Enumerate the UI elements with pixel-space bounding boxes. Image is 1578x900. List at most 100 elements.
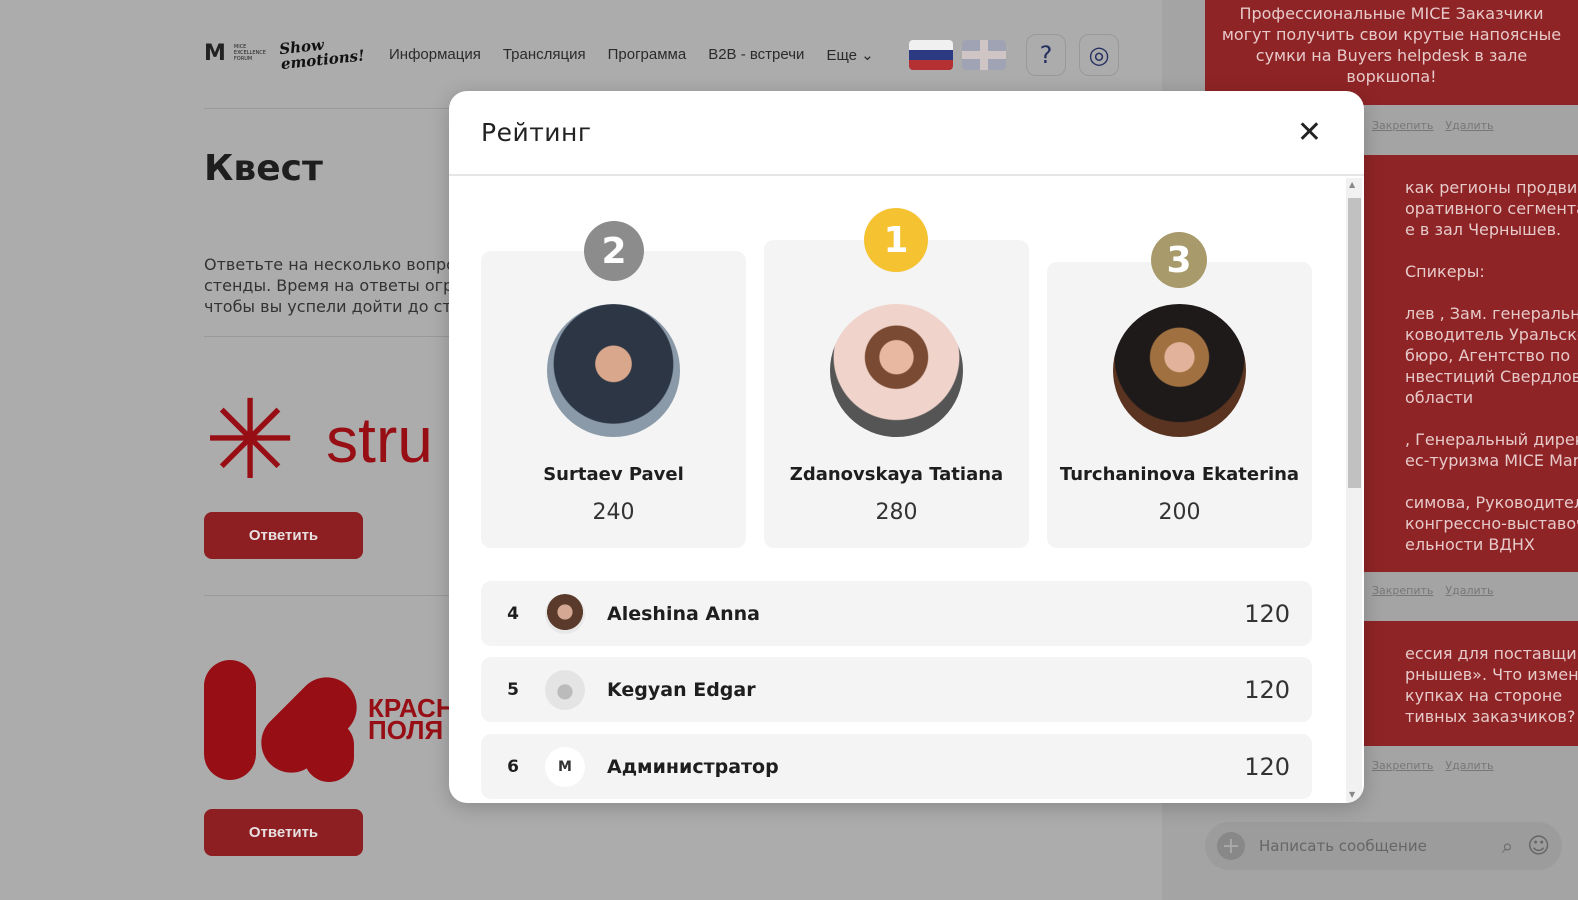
message-line: как регионы продвигают [1405,178,1578,197]
delete-link[interactable]: Удалить [1445,759,1493,772]
message-line: Профессиональные MICE Заказчики [1239,4,1544,23]
message-line [1405,282,1578,303]
message-line: области [1405,388,1474,407]
row-rank: 6 [507,756,519,777]
message-actions: Закрепить Удалить [1372,119,1494,132]
message-line: е в зал Чернышев. [1405,220,1562,239]
message-line: оративного сегмента? [1405,199,1578,218]
scroll-up-icon[interactable]: ▲ [1349,180,1355,189]
chat-message: Профессиональные MICE Заказчики могут пол… [1205,0,1578,105]
message-line: ководитель Уральского [1405,325,1578,344]
default-user-icon: ● [545,669,585,710]
message-line [1405,240,1578,261]
logo-shape [204,660,256,780]
podium-card-1: 1 Zdanovskaya Tatiana 280 [764,208,1029,548]
message-line: лев , Зам. генерального [1405,304,1578,323]
nav-info[interactable]: Информация [389,46,481,64]
row-rank: 4 [507,603,519,624]
message-line: сумки на Buyers helpdesk в зале [1255,46,1528,65]
message-placeholder: Написать сообщение [1259,837,1427,855]
nav-program[interactable]: Программа [608,46,687,64]
scroll-down-icon[interactable]: ▼ [1349,790,1355,799]
message-line: конгрессно-выставочной [1405,514,1578,533]
row-name: Aleshina Anna [607,602,760,625]
message-line: рнышев». Что изменилось [1405,665,1578,684]
logo-text: MICE EXCELLENCE FORUM [233,44,266,62]
emoji-icon[interactable]: ☺ [1527,834,1550,859]
row-score: 120 [1244,599,1290,628]
modal-header: Рейтинг ✕ [449,91,1364,176]
rank-badge: 1 [864,208,928,272]
search-icon[interactable]: ⌕ [1502,834,1513,858]
player-name: Turchaninova Ekaterina [1059,464,1300,485]
modal-scrollbar[interactable]: ▲ ▼ [1346,178,1362,803]
message-line: ес-туризма MICE Market [1405,451,1578,470]
nav-more[interactable]: Еще ⌄ [826,46,873,64]
close-icon[interactable]: ✕ [1297,115,1322,150]
sponsor-name: КРАСН ПОЛЯ [368,695,455,745]
user-icon: ◎ [1088,41,1110,69]
mice-logo-icon: M [204,40,226,66]
page-title: Квест [204,148,323,189]
podium-card-2: 2 Surtaev Pavel 240 [481,221,746,548]
rank-badge: 2 [584,221,644,281]
avatar [830,304,963,437]
scrollbar-thumb[interactable] [1348,198,1361,488]
player-score: 240 [592,500,635,525]
pin-link[interactable]: Закрепить [1372,119,1433,132]
message-actions: Закрепить Удалить [1372,759,1494,772]
rank-badge: 3 [1151,232,1207,288]
message-line: ессия для поставщиков [1405,644,1578,663]
avatar [545,593,585,634]
sponsor-name: stru [326,404,433,476]
sponsor-logo-stru: ✳ stru [204,385,433,495]
flag-ru-button[interactable] [909,40,953,70]
avatar [547,304,680,437]
message-input[interactable]: + Написать сообщение ⌕ ☺ [1205,822,1562,870]
sponsor-name-line: ПОЛЯ [368,715,444,745]
message-line: нвестиций Свердловской [1405,367,1578,386]
player-score: 200 [1158,500,1201,525]
message-actions: Закрепить Удалить [1372,584,1494,597]
player-name: Surtaev Pavel [543,464,684,485]
message-line [1405,471,1578,492]
message-line: симова, Руководитель [1405,493,1578,512]
player-score: 280 [875,500,918,525]
answer-button[interactable]: Ответить [204,512,363,559]
delete-link[interactable]: Удалить [1445,119,1493,132]
help-button[interactable]: ? [1026,34,1066,76]
player-name: Zdanovskaya Tatiana [789,464,1004,485]
mice-logo-icon: M [545,746,585,787]
modal-title: Рейтинг [481,118,592,147]
rating-row: 6 M Администратор 120 [481,734,1312,799]
row-name: Kegyan Edgar [607,678,756,701]
message-line: Спикеры: [1405,262,1485,281]
podium-card-3: 3 Turchaninova Ekaterina 200 [1047,232,1312,548]
flag-uk-button[interactable] [962,40,1006,70]
nav-stream[interactable]: Трансляция [503,46,586,64]
logo-shape [304,720,354,782]
rating-modal: Рейтинг ✕ 2 Surtaev Pavel 240 1 Zdanovsk… [449,91,1364,803]
message-line: воркшопа! [1346,67,1437,86]
delete-link[interactable]: Удалить [1445,584,1493,597]
logo[interactable]: M MICE EXCELLENCE FORUM Show emotions! [204,36,365,73]
nav-b2b[interactable]: B2B - встречи [708,46,804,64]
slogan: Show emotions! [278,35,366,74]
message-line: , Генеральный директор [1405,430,1578,449]
rating-row: 5 ● Kegyan Edgar 120 [481,657,1312,722]
nav-more-label: Еще [826,47,857,64]
answer-button[interactable]: Ответить [204,809,363,856]
row-score: 120 [1244,752,1290,781]
pin-link[interactable]: Закрепить [1372,759,1433,772]
message-line: ельности ВДНХ [1405,535,1535,554]
main-nav: Информация Трансляция Программа B2B - вс… [389,46,874,64]
message-line: бюро, Агентство по [1405,346,1571,365]
avatar [1113,304,1246,437]
profile-button[interactable]: ◎ [1079,34,1119,76]
plus-icon[interactable]: + [1217,832,1245,860]
row-rank: 5 [507,679,519,700]
pin-link[interactable]: Закрепить [1372,584,1433,597]
rating-row: 4 Aleshina Anna 120 [481,581,1312,646]
chevron-down-icon: ⌄ [861,47,874,64]
message-line: купках на стороне [1405,686,1563,705]
